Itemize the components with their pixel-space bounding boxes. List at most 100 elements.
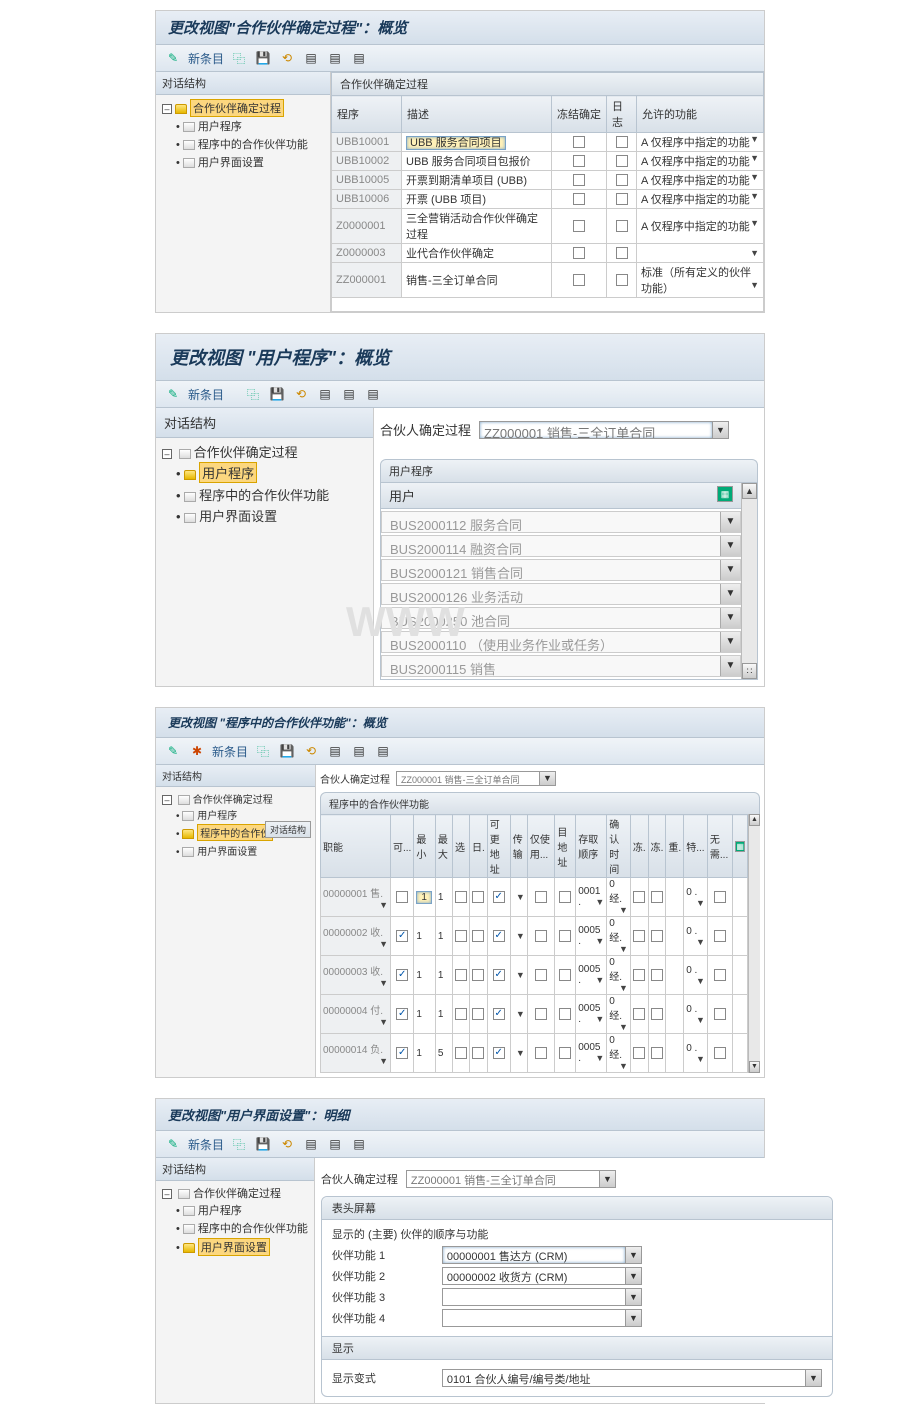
checkbox[interactable] [573,174,585,186]
checkbox[interactable] [616,174,628,186]
chevron-down-icon[interactable]: ▼ [750,218,759,228]
checkbox[interactable] [493,1047,505,1059]
checkbox[interactable] [651,930,663,942]
chevron-down-icon[interactable]: ▼ [720,584,740,604]
edit-icon[interactable]: ✎ [164,742,182,760]
checkbox[interactable] [493,930,505,942]
sheet2-icon[interactable]: ▤ [326,49,344,67]
user-row[interactable]: BUS2000112 服务合同▼ [381,511,741,533]
col-header[interactable]: 最大 [435,815,452,878]
checkbox[interactable] [573,136,585,148]
undo-icon[interactable]: ⟲ [278,49,296,67]
checkbox[interactable] [714,1047,726,1059]
checkbox[interactable] [493,1008,505,1020]
proc-dropdown[interactable]: ZZ000001 销售-三全订单合同 ▼ [396,771,556,786]
sheet3-icon[interactable]: ▤ [364,385,382,403]
checkbox[interactable] [616,220,628,232]
col-header[interactable]: 传输 [510,815,527,878]
checkbox[interactable] [535,891,547,903]
scroll-up-icon[interactable]: ▲ [742,483,757,499]
chevron-down-icon[interactable]: ▼ [750,280,759,290]
new-entry-button[interactable]: 新条目 [188,1136,224,1153]
checkbox[interactable] [573,193,585,205]
checkbox[interactable] [633,930,645,942]
sheet2-icon[interactable]: ▤ [326,1135,344,1153]
scroll-down-icon[interactable]: ▼ [749,1061,760,1073]
edit-icon[interactable]: ✎ [164,49,182,67]
undo-icon[interactable]: ⟲ [302,742,320,760]
checkbox[interactable] [472,930,484,942]
checkbox[interactable] [633,1047,645,1059]
checkbox[interactable] [396,1047,408,1059]
chevron-down-icon[interactable]: ▼ [750,172,759,182]
checkbox[interactable] [396,1008,408,1020]
save-icon[interactable]: 💾 [254,49,272,67]
pf-dropdown[interactable]: ▼ [442,1288,642,1306]
checkbox[interactable] [455,930,467,942]
checkbox[interactable] [633,1008,645,1020]
tree-item[interactable]: • 用户界面设置 [176,842,309,859]
checkbox[interactable] [714,891,726,903]
pf-dropdown[interactable]: 00000001 售达方 (CRM)▼ [442,1246,642,1264]
copy-icon[interactable]: ⿻ [230,49,248,67]
table-row[interactable]: UBB10002UBB 服务合同项目包报价A 仅程序中指定的功能▼ [332,152,764,171]
chevron-down-icon[interactable]: ▼ [720,536,740,556]
table-row[interactable]: Z0000001三全营销活动合作伙伴确定过程A 仅程序中指定的功能▼ [332,209,764,244]
collapse-icon[interactable]: – [162,449,172,459]
col-freeze[interactable]: 冻结确定 [552,96,607,133]
new-entry-button[interactable]: 新条目 [188,50,224,67]
scroll-up-icon[interactable]: ▲ [749,814,760,826]
collapse-icon[interactable]: – [162,104,172,114]
sheet-icon[interactable]: ▤ [302,1135,320,1153]
checkbox[interactable] [455,969,467,981]
save-icon[interactable]: 💾 [278,742,296,760]
chevron-down-icon[interactable]: ▼ [720,632,740,652]
copy-icon[interactable]: ⿻ [254,742,272,760]
col-header[interactable]: 最小 [414,815,436,878]
checkbox[interactable] [714,1008,726,1020]
proc-dropdown[interactable]: ZZ000001 销售-三全订单合同 ▼ [479,421,729,439]
checkbox[interactable] [535,1047,547,1059]
checkbox[interactable] [714,969,726,981]
checkbox[interactable] [651,1008,663,1020]
undo-icon[interactable]: ⟲ [278,1135,296,1153]
checkbox[interactable] [616,247,628,259]
col-log[interactable]: 日志 [607,96,637,133]
col-header[interactable]: 可更地址 [487,815,510,878]
chevron-down-icon[interactable]: ▼ [720,656,740,676]
checkbox[interactable] [472,1008,484,1020]
sheet2-icon[interactable]: ▤ [350,742,368,760]
tree-root[interactable]: – 合作伙伴确定过程 [162,1185,308,1201]
chevron-down-icon[interactable]: ▼ [750,153,759,163]
chevron-down-icon[interactable]: ▼ [750,248,759,258]
checkbox[interactable] [535,930,547,942]
table-row[interactable]: 00000014 负. ▼15▼0005 . ▼0 经. ▼0 . ▼ [321,1034,748,1073]
checkbox[interactable] [396,930,408,942]
user-row[interactable]: BUS2000126 业务活动▼ [381,583,741,605]
tree-root[interactable]: –合作伙伴确定过程 [162,99,324,117]
checkbox[interactable] [493,891,505,903]
checkbox[interactable] [651,891,663,903]
col-func[interactable]: 允许的功能 [637,96,764,133]
copy-icon[interactable]: ⿻ [230,1135,248,1153]
checkbox[interactable] [472,1047,484,1059]
proc-dropdown[interactable]: ZZ000001 销售-三全订单合同 ▼ [406,1170,616,1188]
sheet2-icon[interactable]: ▤ [340,385,358,403]
checkbox[interactable] [573,220,585,232]
grid-config-icon[interactable]: ▦ [717,486,733,502]
checkbox[interactable] [573,274,585,286]
grid-config[interactable]: ▦ [733,815,748,878]
scroll-down-icon[interactable]: ∷ [742,663,757,679]
checkbox[interactable] [472,891,484,903]
checkbox[interactable] [573,247,585,259]
tree-item[interactable]: • 用户程序 [176,461,367,484]
checkbox[interactable] [455,1008,467,1020]
col-header[interactable]: 可... [391,815,414,878]
checkbox[interactable] [559,1047,571,1059]
col-header[interactable]: 冻. [630,815,648,878]
user-row[interactable]: BUS2000110 （使用业务作业或任务）▼ [381,631,741,653]
checkbox[interactable] [535,969,547,981]
col-header[interactable]: 冻. [648,815,666,878]
tree-item[interactable]: • 用户界面设置 [176,153,324,171]
table-row[interactable]: ZZ000001销售-三全订单合同标准（所有定义的伙伴功能）▼ [332,263,764,298]
